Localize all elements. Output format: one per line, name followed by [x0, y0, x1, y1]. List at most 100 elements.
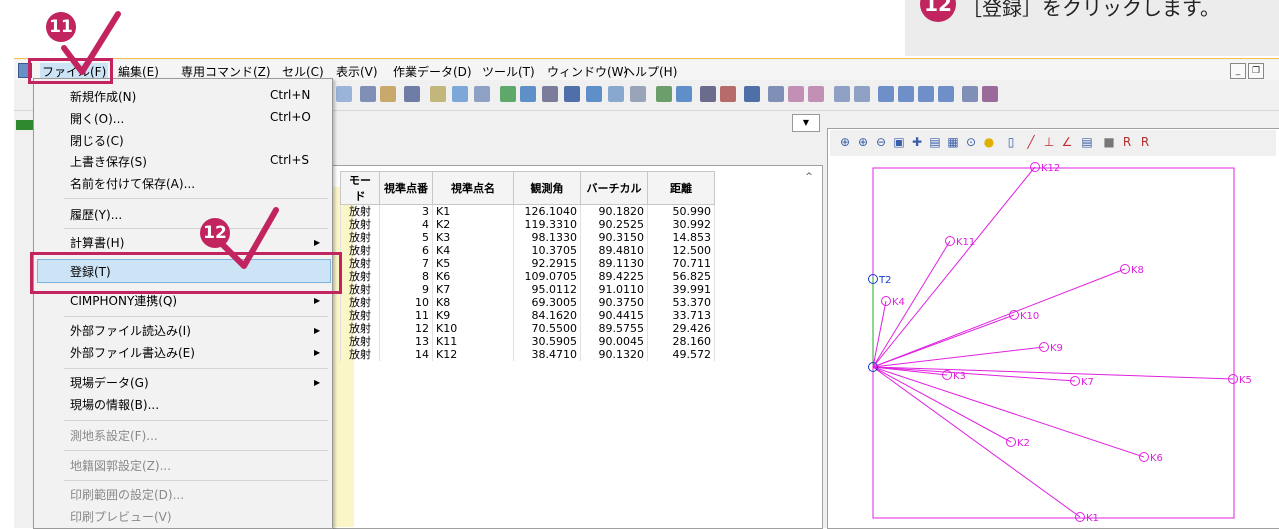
menu-cimphony[interactable]: CIMPHONY連携(Q)	[70, 292, 177, 309]
table-cell[interactable]: 89.4225	[580, 270, 648, 283]
tool-icon[interactable]	[788, 86, 804, 102]
tool-icon[interactable]: ✚	[910, 135, 924, 149]
table-cell[interactable]: 70.5500	[513, 322, 581, 335]
table-cell[interactable]: 119.3310	[513, 218, 581, 231]
table-cell[interactable]: 7	[379, 257, 433, 270]
tool-icon[interactable]: ■	[1102, 135, 1116, 149]
table-cell[interactable]: K5	[432, 257, 514, 270]
menu-import[interactable]: 外部ファイル読込み(I)	[70, 322, 191, 339]
table-cell[interactable]: K9	[432, 309, 514, 322]
restore-icon[interactable]: ❐	[1248, 63, 1264, 79]
menu-site-info[interactable]: 現場の情報(B)...	[70, 396, 159, 413]
menu-work-data[interactable]: 作業データ(D)	[393, 63, 472, 80]
tool-icon[interactable]	[744, 86, 760, 102]
tool-icon[interactable]: ▦	[946, 135, 960, 149]
line-icon[interactable]: ╱	[1024, 135, 1038, 149]
table-cell[interactable]: 90.4415	[580, 309, 648, 322]
tool-icon[interactable]	[834, 86, 850, 102]
table-cell[interactable]: 28.160	[647, 335, 715, 348]
table-cell[interactable]: 14	[379, 348, 433, 361]
table-cell[interactable]: 29.426	[647, 322, 715, 335]
table-cell[interactable]: 8	[379, 270, 433, 283]
chart-tool-icon[interactable]	[336, 86, 352, 102]
tool-icon[interactable]: ▤	[928, 135, 942, 149]
perpendicular-icon[interactable]: ⊥	[1042, 135, 1056, 149]
table-cell[interactable]: 89.1130	[580, 257, 648, 270]
tool-icon[interactable]	[380, 86, 396, 102]
col-header-mode[interactable]: モード	[340, 171, 380, 205]
table-cell[interactable]: 90.3150	[580, 231, 648, 244]
tool-icon[interactable]	[768, 86, 784, 102]
menu-print-preview[interactable]: 印刷プレビュー(V)	[70, 508, 172, 525]
menu-save[interactable]: 上書き保存(S)	[70, 153, 147, 170]
table-cell[interactable]: 放射	[340, 309, 380, 322]
tool-icon[interactable]	[452, 86, 468, 102]
menu-calc-report[interactable]: 計算書(H)	[70, 234, 124, 251]
tool-icon[interactable]	[520, 86, 536, 102]
table-cell[interactable]: 放射	[340, 283, 380, 296]
table-cell[interactable]: 10	[379, 296, 433, 309]
table-row[interactable]: 放射 4 K2 119.3310 90.2525 30.992	[340, 218, 715, 231]
table-cell[interactable]: 9	[379, 283, 433, 296]
table-cell[interactable]: 30.5905	[513, 335, 581, 348]
menu-tools[interactable]: ツール(T)	[482, 63, 535, 80]
table-cell[interactable]: 放射	[340, 204, 380, 218]
table-row[interactable]: 放射 9 K7 95.0112 91.0110 39.991	[340, 283, 715, 296]
minimize-icon[interactable]: _	[1230, 63, 1246, 79]
tool-icon[interactable]: R	[1120, 135, 1134, 149]
dropdown-arrow-icon[interactable]: ▼	[792, 114, 820, 132]
tool-icon[interactable]	[500, 86, 516, 102]
tool-icon[interactable]	[898, 86, 914, 102]
tool-icon[interactable]	[404, 86, 420, 102]
table-cell[interactable]: 95.0112	[513, 283, 581, 296]
table-cell[interactable]: 84.1620	[513, 309, 581, 322]
scroll-up-icon[interactable]: ^	[802, 172, 816, 184]
zoom-out-icon[interactable]: ⊖	[874, 135, 888, 149]
menu-history[interactable]: 履歴(Y)...	[70, 206, 122, 223]
tool-icon[interactable]	[962, 86, 978, 102]
col-header-angle[interactable]: 観測角	[513, 171, 581, 205]
zoom-in-icon[interactable]: ⊕	[856, 135, 870, 149]
tool-icon[interactable]: ▯	[1004, 135, 1018, 149]
table-cell[interactable]: 放射	[340, 322, 380, 335]
table-row[interactable]: 放射 3 K1 126.1040 90.1820 50.990	[340, 204, 715, 218]
table-cell[interactable]: K7	[432, 283, 514, 296]
table-cell[interactable]: 56.825	[647, 270, 715, 283]
table-row[interactable]: 放射 10 K8 69.3005 90.3750 53.370	[340, 296, 715, 309]
tool-icon[interactable]	[854, 86, 870, 102]
table-cell[interactable]: 70.711	[647, 257, 715, 270]
menu-survey-settings[interactable]: 測地系設定(F)...	[70, 427, 158, 444]
table-cell[interactable]: 4	[379, 218, 433, 231]
table-cell[interactable]: 6	[379, 244, 433, 257]
menu-save-as[interactable]: 名前を付けて保存(A)...	[70, 175, 195, 192]
table-cell[interactable]: 放射	[340, 270, 380, 283]
table-cell[interactable]: 放射	[340, 218, 380, 231]
col-header-point-name[interactable]: 視準点名	[432, 171, 514, 205]
table-cell[interactable]: 69.3005	[513, 296, 581, 309]
table-cell[interactable]: 90.1820	[580, 204, 648, 218]
table-cell[interactable]: K12	[432, 348, 514, 361]
menu-view[interactable]: 表示(V)	[336, 63, 378, 80]
tool-icon[interactable]	[982, 86, 998, 102]
table-cell[interactable]: 90.2525	[580, 218, 648, 231]
tool-icon[interactable]	[720, 86, 736, 102]
menu-window[interactable]: ウィンドウ(W)	[547, 63, 628, 80]
tool-icon[interactable]	[630, 86, 646, 102]
table-cell[interactable]: 109.0705	[513, 270, 581, 283]
table-cell[interactable]: K6	[432, 270, 514, 283]
binoculars-icon[interactable]	[564, 86, 580, 102]
tool-icon[interactable]	[938, 86, 954, 102]
table-cell[interactable]: 14.853	[647, 231, 715, 244]
table-cell[interactable]: 10.3705	[513, 244, 581, 257]
table-cell[interactable]: 11	[379, 309, 433, 322]
tool-icon[interactable]	[542, 86, 558, 102]
col-header-vertical[interactable]: バーチカル	[580, 171, 648, 205]
table-cell[interactable]: 38.4710	[513, 348, 581, 361]
tool-icon[interactable]	[676, 86, 692, 102]
menu-close[interactable]: 閉じる(C)	[70, 132, 124, 149]
table-cell[interactable]: 放射	[340, 244, 380, 257]
table-row[interactable]: 放射 12 K10 70.5500 89.5755 29.426	[340, 322, 715, 335]
tool-icon[interactable]	[918, 86, 934, 102]
table-cell[interactable]: 89.4810	[580, 244, 648, 257]
table-cell[interactable]: 放射	[340, 348, 380, 361]
